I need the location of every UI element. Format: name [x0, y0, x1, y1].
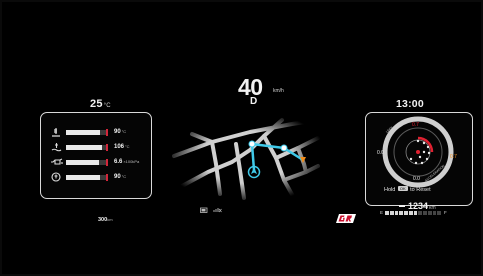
gear-indicator: D [250, 96, 258, 107]
fuel-empty-label: E [380, 210, 384, 215]
coolant-temp-value: 106°C [114, 144, 130, 150]
fuel-segment [413, 211, 418, 215]
fuel-segment [432, 211, 437, 215]
navigation-map [172, 118, 320, 200]
instrument-cluster: 25°C 90°C 106°C 6.6×100kPa 90°C 300km 40… [0, 0, 483, 276]
fuel-segment [408, 211, 413, 215]
transmission-temp-value: 90°C [114, 174, 127, 180]
oil-pressure-icon [49, 158, 63, 166]
fuel-segment [404, 211, 408, 215]
fuel-segment [427, 211, 432, 215]
map-road [282, 164, 320, 182]
gauge-row-oil-temp: 90°C [49, 127, 149, 137]
fuel-segment [385, 211, 389, 215]
g-force-left-value: 0.0 [377, 150, 384, 156]
route-waypoint [280, 144, 288, 152]
fuel-level-bar [385, 211, 441, 215]
fuel-segment [423, 211, 427, 215]
transmission-temp-icon [49, 172, 63, 182]
map-road [190, 132, 214, 144]
status-icons [200, 207, 222, 215]
g-force-top-value: 0.7 [412, 122, 419, 128]
fuel-segment [399, 211, 403, 215]
g-force-bottom-value: 0.0 [413, 176, 420, 182]
route-waypoint [248, 140, 256, 148]
oil-pressure-value: 6.6×100kPa [114, 159, 140, 165]
hold-to-reset-hint: Hold OK to Reset [384, 186, 431, 193]
fuel-segment [418, 211, 422, 215]
clock: 13:00 [396, 98, 424, 110]
transmission-temp-bar [66, 173, 108, 181]
outside-temperature: 25°C [90, 98, 111, 110]
fuel-segment [437, 211, 441, 215]
no-signal-icon [213, 207, 222, 215]
gauge-row-coolant: 106°C [49, 142, 149, 152]
gr-logo [336, 214, 356, 223]
g-force-current-point [416, 150, 420, 154]
odometer-icon: ▬ [399, 203, 405, 209]
engine-oil-temp-icon [49, 127, 63, 137]
gauge-row-oil-pressure: 6.6×100kPa [49, 157, 149, 167]
fuel-full-label: F [444, 210, 447, 215]
map-road [234, 142, 246, 200]
fuel-segment [394, 211, 399, 215]
coolant-temp-bar [66, 143, 108, 151]
fuel-segment [389, 211, 394, 215]
oil-temp-bar [66, 128, 108, 136]
battery-icon [200, 207, 208, 215]
oil-pressure-bar [66, 158, 108, 166]
gauge-row-transmission: 90°C [49, 172, 149, 182]
cruising-range: 300km [98, 217, 113, 223]
speed-unit: km/h [273, 88, 284, 94]
oil-temp-value: 90°C [114, 129, 127, 135]
current-position-arrow-icon [251, 167, 257, 174]
coolant-temp-icon [49, 142, 63, 151]
g-force-right-value: 0.7 [450, 154, 457, 160]
vehicle-gauges-panel: 90°C 106°C 6.6×100kPa 90°C [40, 112, 152, 199]
fuel-gauge: E F [380, 210, 450, 220]
ok-button-glyph: OK [397, 186, 408, 191]
